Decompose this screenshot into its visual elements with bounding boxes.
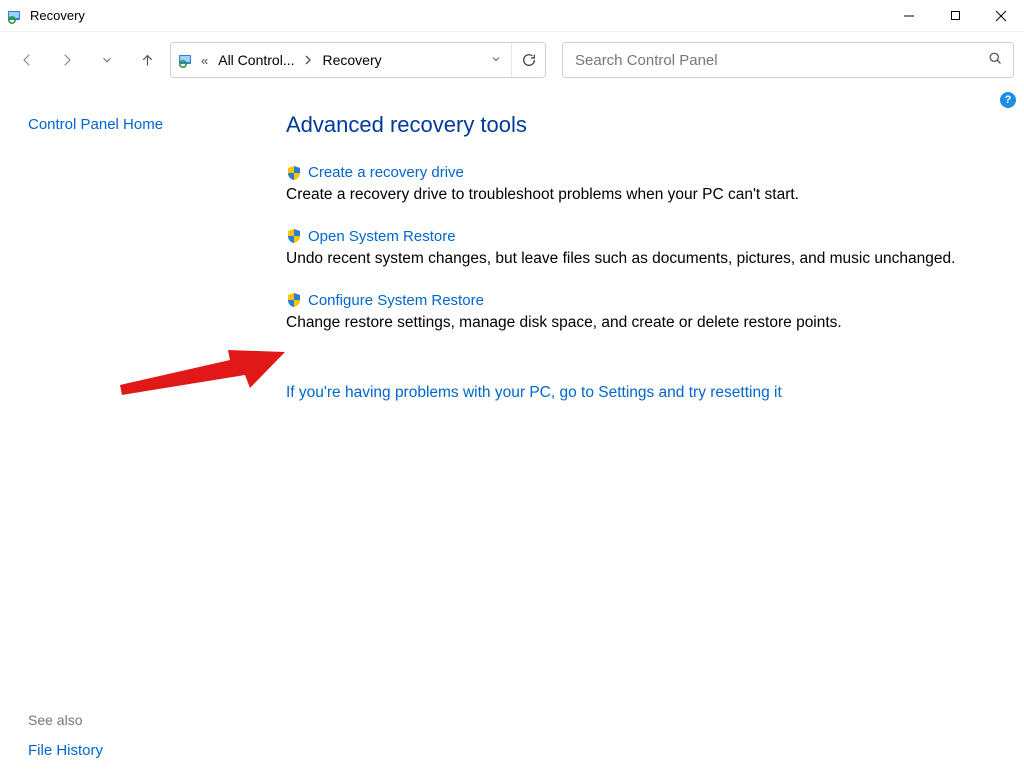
navigation-toolbar: « All Control... Recovery — [0, 32, 1024, 88]
tool-open-system-restore: Open System Restore Undo recent system c… — [286, 228, 994, 270]
title-bar: Recovery — [0, 0, 1024, 32]
tool-configure-system-restore: Configure System Restore Change restore … — [286, 292, 994, 334]
forward-button[interactable] — [50, 43, 84, 77]
refresh-button[interactable] — [511, 43, 539, 77]
recovery-app-icon — [6, 7, 24, 25]
recovery-breadcrumb-icon — [177, 51, 195, 69]
close-button[interactable] — [978, 0, 1024, 32]
search-input[interactable] — [573, 51, 988, 70]
see-also-label: See also — [28, 712, 234, 728]
create-recovery-drive-desc: Create a recovery drive to troubleshoot … — [286, 185, 994, 206]
configure-system-restore-link[interactable]: Configure System Restore — [308, 292, 484, 309]
open-system-restore-link[interactable]: Open System Restore — [308, 228, 456, 245]
address-bar[interactable]: « All Control... Recovery — [170, 42, 546, 78]
shield-icon — [286, 228, 302, 244]
sidebar: Control Panel Home See also File History — [0, 88, 250, 775]
shield-icon — [286, 292, 302, 308]
control-panel-home-link[interactable]: Control Panel Home — [28, 116, 234, 133]
address-dropdown-button[interactable] — [485, 52, 507, 68]
content-body: ? Control Panel Home See also File Histo… — [0, 88, 1024, 775]
reset-pc-link[interactable]: If you're having problems with your PC, … — [286, 384, 782, 402]
open-system-restore-desc: Undo recent system changes, but leave fi… — [286, 249, 994, 270]
minimize-button[interactable] — [886, 0, 932, 32]
create-recovery-drive-link[interactable]: Create a recovery drive — [308, 164, 464, 181]
breadcrumb-overflow-icon[interactable]: « — [199, 53, 210, 68]
recent-locations-button[interactable] — [90, 43, 124, 77]
configure-system-restore-desc: Change restore settings, manage disk spa… — [286, 313, 994, 334]
main-content: Advanced recovery tools Create a recover… — [250, 88, 1024, 775]
search-icon[interactable] — [988, 51, 1003, 69]
shield-icon — [286, 165, 302, 181]
search-box[interactable] — [562, 42, 1014, 78]
breadcrumb-parent[interactable]: All Control... — [214, 52, 298, 68]
back-button[interactable] — [10, 43, 44, 77]
page-heading: Advanced recovery tools — [286, 112, 994, 138]
tool-create-recovery-drive: Create a recovery drive Create a recover… — [286, 164, 994, 206]
file-history-link[interactable]: File History — [28, 742, 234, 759]
breadcrumb-separator-icon[interactable] — [302, 52, 314, 68]
window-title: Recovery — [30, 8, 85, 23]
maximize-button[interactable] — [932, 0, 978, 32]
up-button[interactable] — [130, 43, 164, 77]
breadcrumb-current[interactable]: Recovery — [318, 52, 385, 68]
